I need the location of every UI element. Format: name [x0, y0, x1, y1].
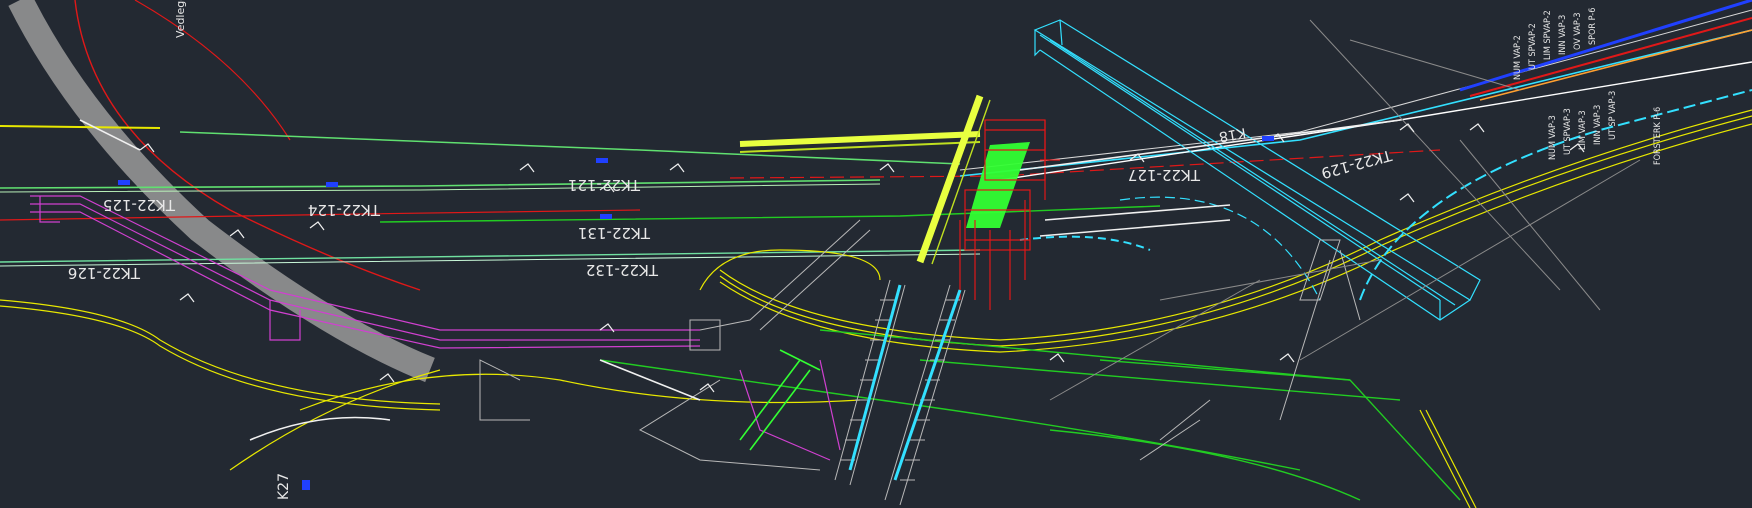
cable-tag: NUM VAP-2 [1513, 35, 1523, 80]
label-tk22-129: TK22-129 [1319, 146, 1394, 182]
cyan-ducts [848, 284, 962, 481]
cable-tag: INN VAP-3 [1593, 105, 1603, 145]
cable-tag: LIM VAP-3 [1578, 110, 1588, 150]
cad-drawing-canvas[interactable]: Vedlegg TK22-124 TK22-125 TK22-126 TK22-… [0, 0, 1752, 508]
green-block [966, 142, 1030, 228]
magenta-duct [30, 195, 841, 461]
cable-tag: LIM SPVAP-2 [1543, 10, 1553, 60]
label-k27: K27 [276, 473, 292, 500]
cable-tag: OV VAP-3 [1573, 12, 1583, 50]
label-tk22-121: TK22-121 [568, 176, 641, 194]
cable-tag: INN VAP-3 [1558, 15, 1568, 55]
cable-tag: FORSTERK P-6 [1653, 107, 1663, 165]
label-k18: K18 [1218, 124, 1247, 144]
green-ramp [739, 349, 821, 451]
cable-tag: SPOR P-6 [1588, 8, 1598, 45]
yellow-network [0, 109, 1752, 508]
cable-tag: UT SPVAP-2 [1528, 23, 1538, 70]
label-tk22-132: TK22-132 [586, 261, 659, 279]
label-tk22-125: TK22-125 [103, 196, 176, 214]
green-lower-lines [599, 329, 1461, 501]
label-tk22-124: TK22-124 [308, 201, 381, 219]
gray-guide-lines [1049, 19, 1641, 401]
road-band [8, 0, 435, 383]
label-vedlegg: Vedlegg [174, 0, 187, 38]
label-tk22-127: TK22-127 [1128, 166, 1201, 184]
cable-tag: UT SP VAP-3 [1608, 91, 1618, 140]
blue-tags [118, 136, 1274, 490]
cable-tag: UT SPVAP-3 [1563, 108, 1573, 155]
label-tk22-126: TK22-126 [68, 264, 141, 282]
label-tk22-131: TK22-131 [578, 224, 651, 242]
cable-tag: NUM VAP-3 [1548, 115, 1558, 160]
